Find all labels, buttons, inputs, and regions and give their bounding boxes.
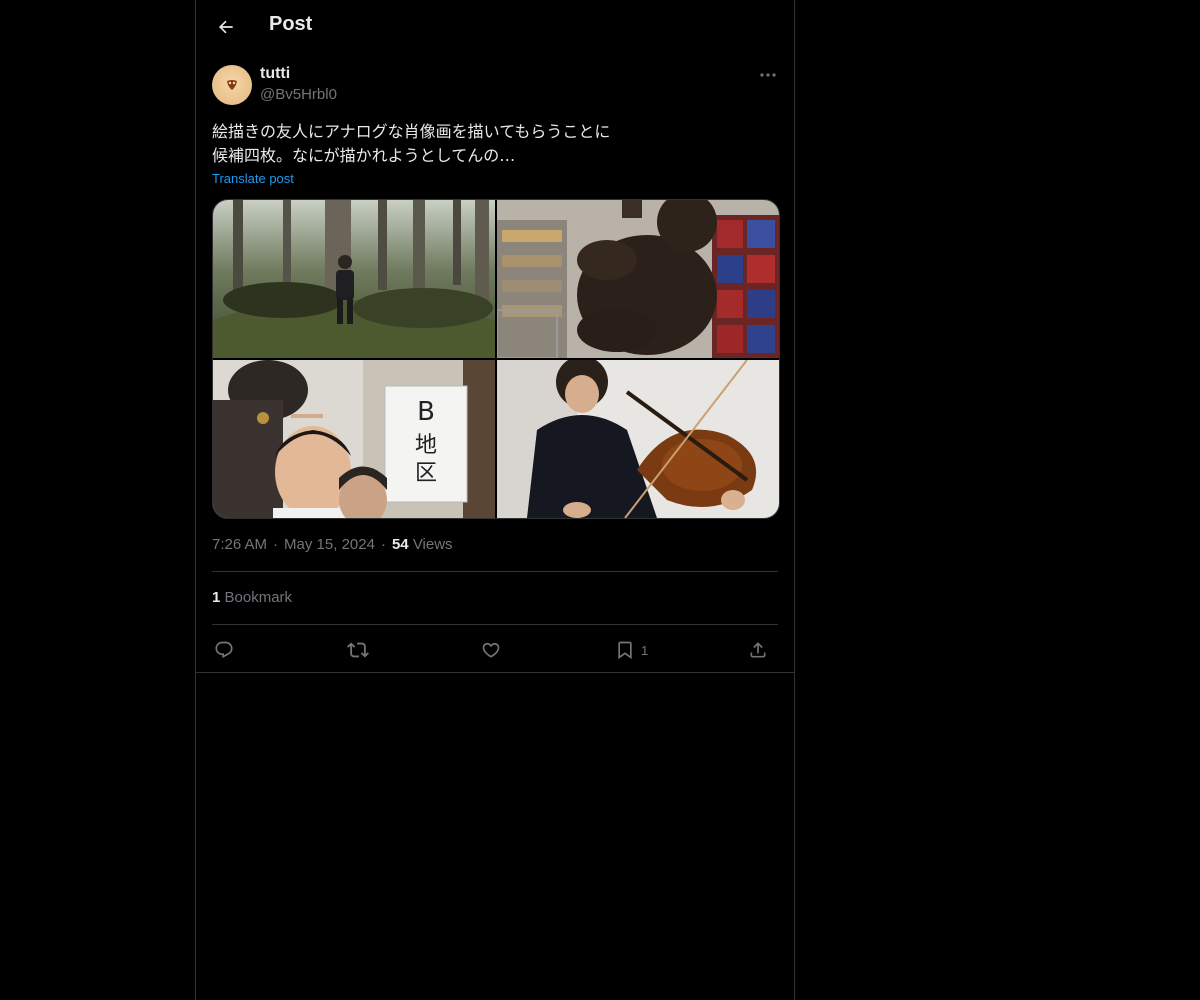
reply-icon bbox=[215, 641, 233, 659]
page-header: Post bbox=[196, 0, 794, 54]
post-date[interactable]: May 15, 2024 bbox=[284, 536, 375, 553]
back-button[interactable] bbox=[208, 9, 244, 45]
bookmarks-count: 1 bbox=[212, 589, 221, 606]
more-options-button[interactable] bbox=[756, 64, 780, 86]
divider bbox=[212, 624, 778, 625]
bookmarks-stat[interactable]: 1 Bookmark bbox=[212, 589, 292, 606]
post-time[interactable]: 7:26 AM bbox=[212, 536, 267, 553]
repost-icon bbox=[347, 642, 369, 658]
action-bar: 1 bbox=[212, 636, 778, 664]
page-title: Post bbox=[269, 13, 313, 35]
post-text-line: 候補四枚。なにが描かれようとしてんの… bbox=[212, 146, 516, 165]
media-photo-forest[interactable] bbox=[213, 200, 495, 358]
like-icon bbox=[482, 642, 500, 658]
share-button[interactable] bbox=[748, 636, 768, 664]
divider bbox=[196, 672, 794, 673]
svg-text:B: B bbox=[417, 397, 435, 427]
post-text-line: 絵描きの友人にアナログな肖像画を描いてもらうことに bbox=[212, 122, 611, 141]
more-icon bbox=[760, 73, 776, 77]
translate-post-link[interactable]: Translate post bbox=[212, 171, 294, 186]
views-count: 54 bbox=[391, 536, 409, 553]
media-photo-violin[interactable] bbox=[497, 360, 779, 518]
post-column: Post tutti @Bv5Hrbl0 絵描きの友人にアナログな肖像画を描いて… bbox=[195, 0, 795, 1000]
share-icon bbox=[750, 642, 766, 658]
avatar[interactable] bbox=[212, 65, 252, 105]
svg-text:地: 地 bbox=[415, 433, 437, 458]
views-label: Views bbox=[412, 536, 453, 553]
repost-button[interactable] bbox=[347, 636, 369, 664]
bookmarks-label: Bookmark bbox=[224, 589, 293, 606]
like-button[interactable] bbox=[481, 636, 501, 664]
reply-button[interactable] bbox=[214, 636, 234, 664]
media-photo-teddy-bear[interactable] bbox=[497, 200, 779, 358]
bookmark-count: 1 bbox=[641, 642, 649, 658]
bookmark-icon bbox=[618, 641, 632, 660]
author-display-name[interactable]: tutti bbox=[260, 65, 290, 83]
post-meta: 7:26 AM · May 15, 2024 · 54 Views bbox=[212, 536, 453, 553]
separator-dot: · bbox=[273, 536, 279, 553]
post-text: 絵描きの友人にアナログな肖像画を描いてもらうことに 候補四枚。なにが描かれようと… bbox=[212, 120, 772, 168]
avatar-image bbox=[227, 80, 237, 90]
separator-dot: · bbox=[380, 536, 386, 553]
media-photo-selfie-sign[interactable]: B 地 区 bbox=[213, 360, 495, 518]
media-grid: B 地 区 bbox=[212, 199, 780, 519]
bookmark-button[interactable]: 1 bbox=[615, 636, 648, 664]
arrow-left-icon bbox=[218, 20, 233, 34]
divider bbox=[212, 571, 778, 572]
author-handle[interactable]: @Bv5Hrbl0 bbox=[260, 86, 337, 103]
svg-text:区: 区 bbox=[415, 461, 437, 486]
